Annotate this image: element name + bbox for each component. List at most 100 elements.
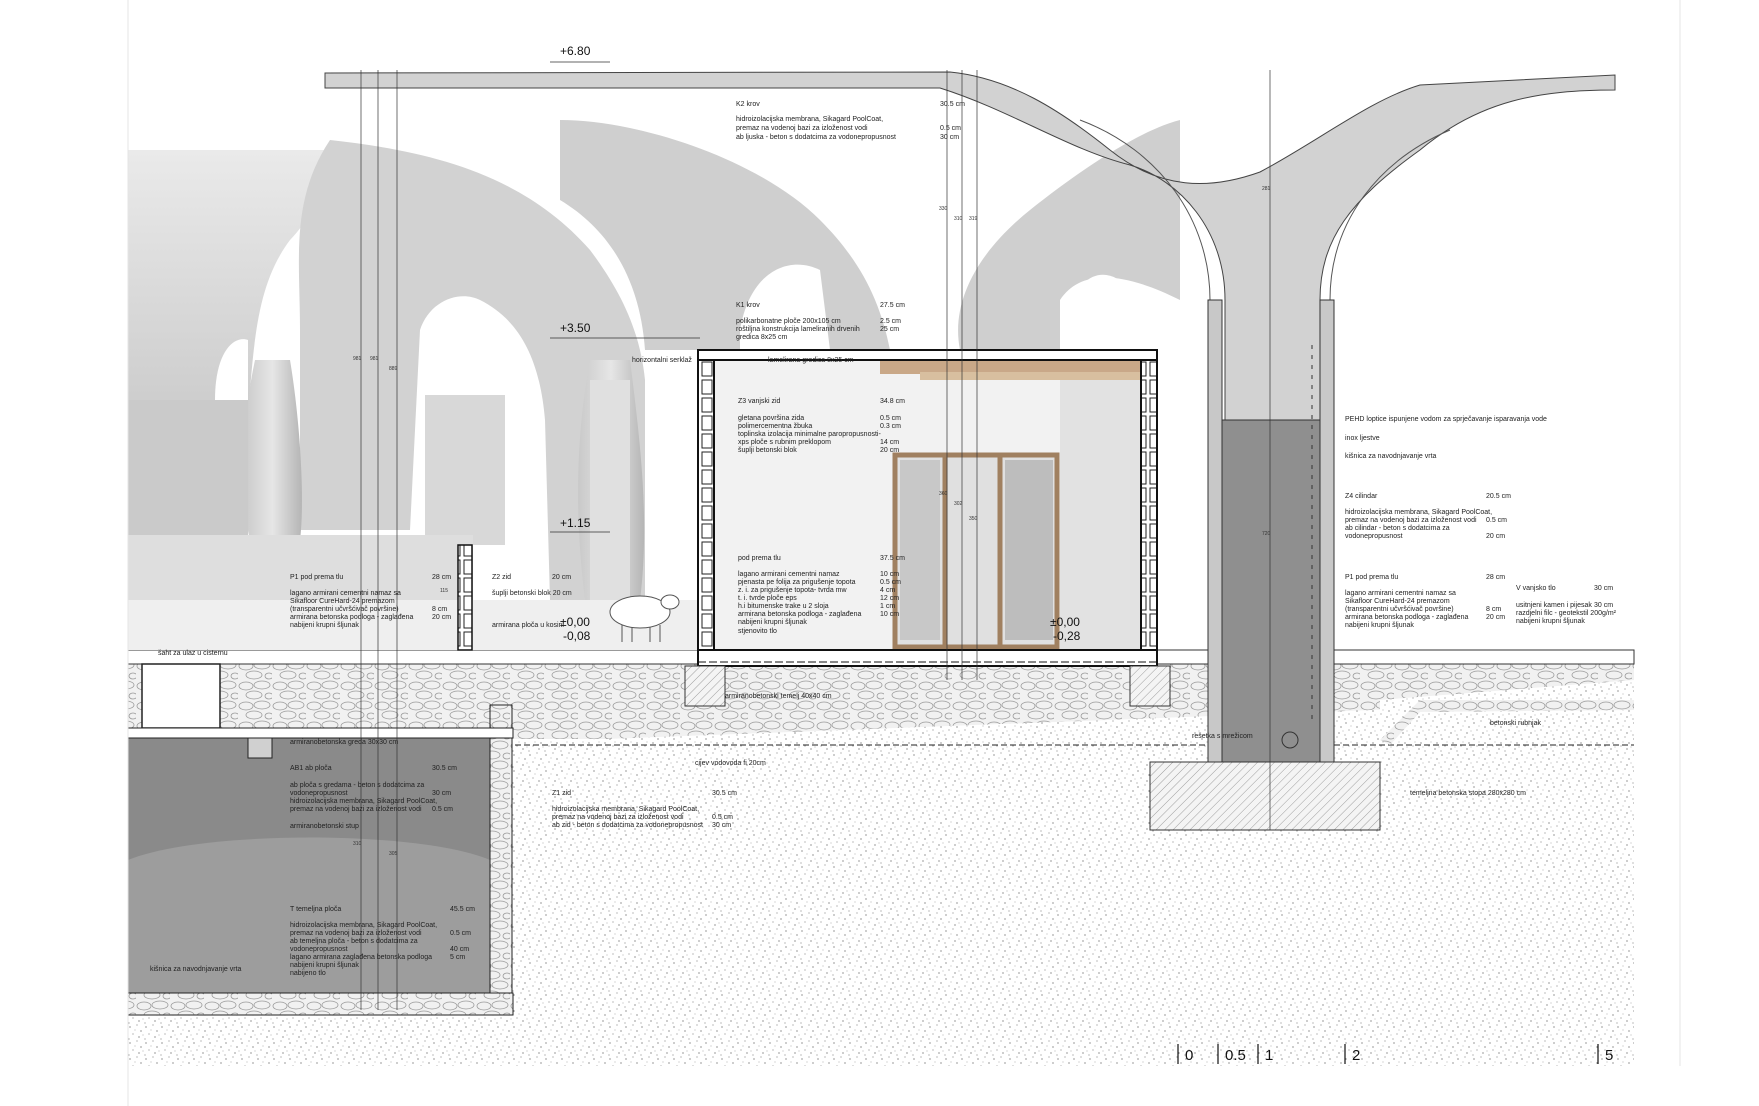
label-z4: Z4 cilindar 20.5 cm hidroizolacijska mem… [1345, 493, 1511, 540]
label-lamellar-beam: lamelirana gredica 8x25 cm [768, 357, 854, 364]
p1-left-title-value: 28 cm [432, 574, 451, 581]
z1-line-3-val: 30 cm [712, 822, 731, 829]
p1-left-line-1: lagano armirani cementni namaz sa [290, 590, 401, 597]
dim-basement-a: 310 [353, 841, 362, 847]
floor-mid-line-4-val: 12 cm [880, 595, 899, 602]
dim-room-b: 302 [954, 501, 963, 507]
z3-line-1: gletana površina zida [738, 415, 804, 422]
z4-title-value: 20.5 cm [1486, 493, 1511, 500]
k2-line-2-val: 0.5 cm [940, 125, 961, 132]
level-roof-top: +6.80 [560, 44, 591, 58]
ab1-line-4-val: 0.5 cm [432, 806, 453, 813]
floor-mid-line-6: armirana betonska podloga - zaglađena [738, 611, 861, 618]
t-slab-line-4-val: 40 cm [450, 946, 469, 953]
floor-mid-title-value: 37.5 cm [880, 555, 905, 562]
label-inox-ladder: inox ljestve [1345, 435, 1380, 442]
label-pehd: PEHD loptice ispunjene vodom za sprječav… [1345, 416, 1547, 423]
level-floor-minus-right: -0,28 [1053, 629, 1081, 643]
p1-left-line-3-val: 8 cm [432, 606, 447, 613]
z4-line-1: hidroizolacijska membrana, Sikagard Pool… [1345, 509, 1492, 516]
cistern-wall-right [489, 704, 513, 1016]
floor-mid-title: pod prema tlu [738, 555, 781, 562]
z3-line-5-val: 20 cm [880, 447, 899, 454]
column-wall-right [1319, 299, 1335, 771]
column-left-back [243, 360, 302, 540]
z4-line-4-val: 20 cm [1486, 533, 1505, 540]
k2-title-value: 30.5 cm [940, 101, 965, 108]
z3-line-2-val: 0.3 cm [880, 423, 901, 430]
dim-room-a: 360 [939, 491, 948, 497]
label-p1-right: P1 pod prema tlu 28 cm lagano armirani c… [1345, 574, 1505, 629]
door-frame [892, 452, 1060, 650]
ab1-title: AB1 ab ploča [290, 765, 332, 772]
label-cistern-shaft: šaht za ulaz u cisternu [158, 650, 228, 657]
p1-right-line-1: lagano armirani cementni namaz sa [1345, 590, 1456, 597]
ab1-title-value: 30.5 cm [432, 765, 457, 772]
k2-line-3: ab ljuska - beton s dodatcima za vodonep… [736, 134, 896, 141]
level-floor-minus-left: -0,08 [563, 629, 591, 643]
level-floor-zero-right: ±0,00 [1050, 615, 1080, 629]
ab1-line-2-val: 30 cm [432, 790, 451, 797]
label-horizontal-serklaz: horizontalni serklaž [632, 357, 692, 364]
cistern-base-slab [127, 992, 514, 1016]
roof-beam-room [697, 349, 1158, 361]
z1-title-value: 30.5 cm [712, 790, 737, 797]
t-slab-line-5: lagano armirana zaglađena betonska podlo… [290, 954, 432, 961]
ab1-line-4: premaz na vodenoj bazi za izloženost vod… [290, 806, 422, 813]
v-outer-title: V vanjsko tlo [1516, 585, 1556, 592]
label-mesh: rešetka s mrežicom [1192, 733, 1253, 740]
label-footing-right: temeljna betonska stopa 280x280 cm [1410, 790, 1526, 797]
level-floor-zero-left: ±0,00 [560, 615, 590, 629]
dim-cylinder: 720 [1262, 531, 1271, 537]
floor-mid-line-1: lagano armirani cementni namaz [738, 571, 840, 578]
p1-left-line-3: (transparentni učvršćivač površine) [290, 606, 399, 613]
section-drawing: +6.80 +3.50 +1.15 ±0,00 -0,08 ±0,00 -0,2… [127, 0, 1681, 1106]
left-wall-block [697, 349, 715, 661]
z1-line-2: premaz na vodenoj bazi za izloženost vod… [552, 814, 684, 821]
cylinder-back-2 [425, 395, 505, 545]
v-outer-line-2: razdjelni filc - geotekstil 200g/m² [1516, 610, 1617, 617]
label-rc-beam: armiranobetonska greda 30x30 cm [290, 739, 398, 746]
p1-left-title: P1 pod prema tlu [290, 574, 343, 581]
footing-right-room [1129, 665, 1171, 707]
cylinder-back-3 [590, 380, 630, 600]
floor-mid-line-3-val: 4 cm [880, 587, 895, 594]
z2-title: Z2 zid [492, 574, 511, 581]
dim-roof-left-a: 981 [353, 356, 362, 362]
z1-line-1: hidroizolacijska membrana, Sikagard Pool… [552, 806, 699, 813]
z3-title-value: 34.8 cm [880, 398, 905, 405]
timber-beams-2 [920, 372, 1140, 380]
floor-mid-line-1-val: 10 cm [880, 571, 899, 578]
scale-0-5: 0.5 [1225, 1047, 1246, 1064]
label-v-outer: V vanjsko tlo 30 cm usitnjeni kamen i pi… [1516, 585, 1617, 625]
p1-right-line-3-val: 8 cm [1486, 606, 1501, 613]
z4-line-3: ab cilindar - beton s dodatcima za [1345, 525, 1450, 532]
z2-title-value: 20 cm [552, 574, 571, 581]
cistern-shaft [141, 663, 221, 729]
t-slab-line-5-val: 5 cm [450, 954, 465, 961]
floor-mid-line-2: pjenasta pe folija za prigušenje topota [738, 579, 856, 586]
t-slab-line-4: vodonepropusnost [290, 946, 348, 953]
p1-right-line-4-val: 20 cm [1486, 614, 1505, 621]
dim-roof-left-b: 981 [370, 356, 379, 362]
scale-0: 0 [1185, 1047, 1193, 1064]
ab1-line-1: ab ploča s gredama - beton s dodatcima z… [290, 782, 424, 789]
z3-line-2: polimercementna žbuka [738, 423, 812, 430]
k1-line-1-val: 2.5 cm [880, 318, 901, 325]
t-slab-line-7: nabijeno tlo [290, 970, 326, 977]
z3-line-4-val: 14 cm [880, 439, 899, 446]
z2-line: šuplji betonski blok 20 cm [492, 590, 572, 597]
label-ladder-left: kišnica za navodnjavanje vrta [150, 966, 242, 973]
scale-2: 2 [1352, 1047, 1360, 1064]
t-slab-line-2-val: 0.5 cm [450, 930, 471, 937]
z3-line-4: xps ploče s rubnim preklopom [738, 439, 831, 446]
dim-wall-small: 115 [440, 588, 448, 594]
p1-right-line-3: (transparentni učvršćivač površine) [1345, 606, 1454, 613]
p1-right-title-value: 28 cm [1486, 574, 1505, 581]
floor-mid-line-8: stjenovito tlo [738, 628, 777, 635]
z1-title: Z1 zid [552, 790, 571, 797]
footing-left-room [684, 665, 726, 707]
v-outer-line-3: nabijeni krupni šljunak [1516, 618, 1585, 625]
floor-mid-line-3: z. i. za prigušenje topota- tvrda mw [738, 587, 847, 594]
p1-left-line-4: armirana betonska podloga - zaglađena [290, 614, 413, 621]
